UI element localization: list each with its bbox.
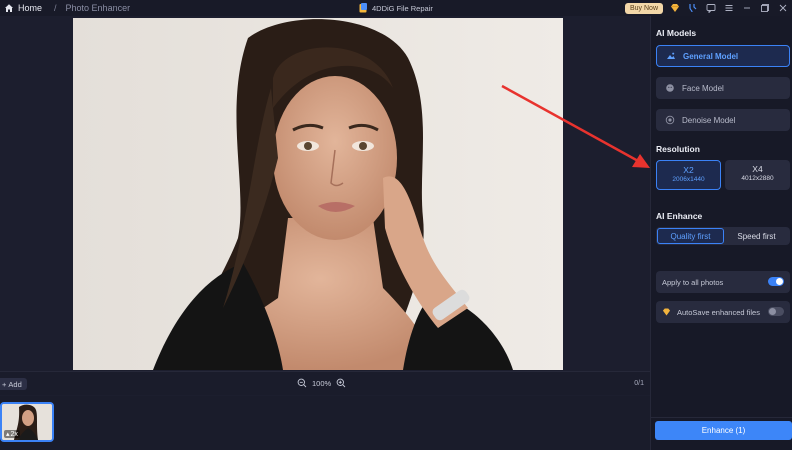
add-photo-button[interactable]: + Add bbox=[0, 378, 27, 390]
window-title: 4DDiG File Repair bbox=[359, 0, 433, 16]
face-icon bbox=[665, 83, 675, 93]
face-model-button[interactable]: Face Model bbox=[656, 77, 790, 99]
zoom-level: 100% bbox=[312, 378, 332, 388]
breadcrumb-current: Photo Enhancer bbox=[65, 3, 131, 13]
zoom-out-icon[interactable] bbox=[297, 378, 307, 388]
apply-all-label: Apply to all photos bbox=[662, 277, 724, 287]
preview-photo bbox=[73, 18, 563, 370]
title-bar: Home / Photo Enhancer 4DDiG File Repair … bbox=[0, 0, 792, 16]
resolution-title: Resolution bbox=[656, 144, 700, 154]
general-model-label: General Model bbox=[683, 51, 739, 61]
app-title: 4DDiG File Repair bbox=[372, 3, 433, 13]
autosave-label: AutoSave enhanced files bbox=[677, 307, 760, 317]
zoom-controls: 100% bbox=[297, 378, 346, 388]
plus-icon: + bbox=[2, 379, 7, 389]
enhance-button[interactable]: Enhance (1) bbox=[655, 421, 792, 440]
repair-tool-icon[interactable] bbox=[686, 1, 700, 15]
resolution-x2-size: 2006x1440 bbox=[672, 176, 705, 183]
speed-first-option[interactable]: Speed first bbox=[724, 228, 789, 244]
buy-now-button[interactable]: Buy Now bbox=[624, 2, 663, 14]
thumbnail-strip: ▴ 2x bbox=[0, 396, 650, 450]
feedback-icon[interactable] bbox=[704, 1, 718, 15]
landscape-icon bbox=[666, 51, 676, 61]
premium-gem-icon bbox=[662, 308, 671, 316]
thumbnail-badge: ▴ 2x bbox=[4, 430, 20, 438]
general-model-button[interactable]: General Model bbox=[656, 45, 790, 67]
resolution-x4-label: X4 bbox=[752, 164, 763, 174]
menu-icon[interactable] bbox=[722, 1, 736, 15]
ai-models-title: AI Models bbox=[656, 28, 697, 38]
thumbnail-badge-label: 2x bbox=[10, 430, 18, 438]
resolution-x4-button[interactable]: X4 4012x2880 bbox=[725, 160, 790, 190]
zoom-in-icon[interactable] bbox=[336, 378, 346, 388]
app-window: Home / Photo Enhancer 4DDiG File Repair … bbox=[0, 0, 792, 450]
page-count: 0/1 bbox=[634, 380, 644, 387]
photo-thumbnail[interactable]: ▴ 2x bbox=[0, 402, 54, 442]
face-model-label: Face Model bbox=[682, 83, 724, 93]
denoise-model-button[interactable]: Denoise Model bbox=[656, 109, 790, 131]
preview-canvas bbox=[0, 16, 650, 370]
quality-first-option[interactable]: Quality first bbox=[657, 228, 724, 244]
settings-panel: AI Models General Model Face Model Denoi… bbox=[650, 16, 792, 450]
autosave-toggle[interactable] bbox=[768, 307, 784, 316]
resolution-x2-button[interactable]: X2 2006x1440 bbox=[656, 160, 721, 190]
breadcrumb-separator: / bbox=[54, 3, 57, 13]
premium-gem-icon[interactable] bbox=[668, 1, 682, 15]
close-icon[interactable] bbox=[776, 1, 790, 15]
image-icon: ▴ bbox=[6, 431, 10, 438]
enhance-mode-selector: Quality first Speed first bbox=[656, 227, 790, 245]
apply-all-row: Apply to all photos bbox=[656, 271, 790, 293]
resolution-x4-size: 4012x2880 bbox=[741, 175, 774, 182]
home-icon bbox=[5, 4, 13, 12]
add-label: Add bbox=[8, 379, 22, 389]
autosave-row: AutoSave enhanced files bbox=[656, 301, 790, 323]
panel-divider bbox=[651, 417, 792, 418]
home-label: Home bbox=[18, 3, 43, 13]
resolution-x2-label: X2 bbox=[683, 165, 694, 175]
app-logo-icon bbox=[359, 3, 367, 13]
home-button[interactable]: Home bbox=[4, 3, 42, 13]
denoise-icon bbox=[665, 115, 675, 125]
denoise-model-label: Denoise Model bbox=[682, 115, 736, 125]
bottom-toolbar: + Add 100% 0/1 bbox=[0, 371, 650, 395]
apply-all-toggle[interactable] bbox=[768, 277, 784, 286]
maximize-icon[interactable] bbox=[758, 1, 772, 15]
minimize-icon[interactable] bbox=[740, 1, 754, 15]
ai-enhance-title: AI Enhance bbox=[656, 211, 703, 221]
